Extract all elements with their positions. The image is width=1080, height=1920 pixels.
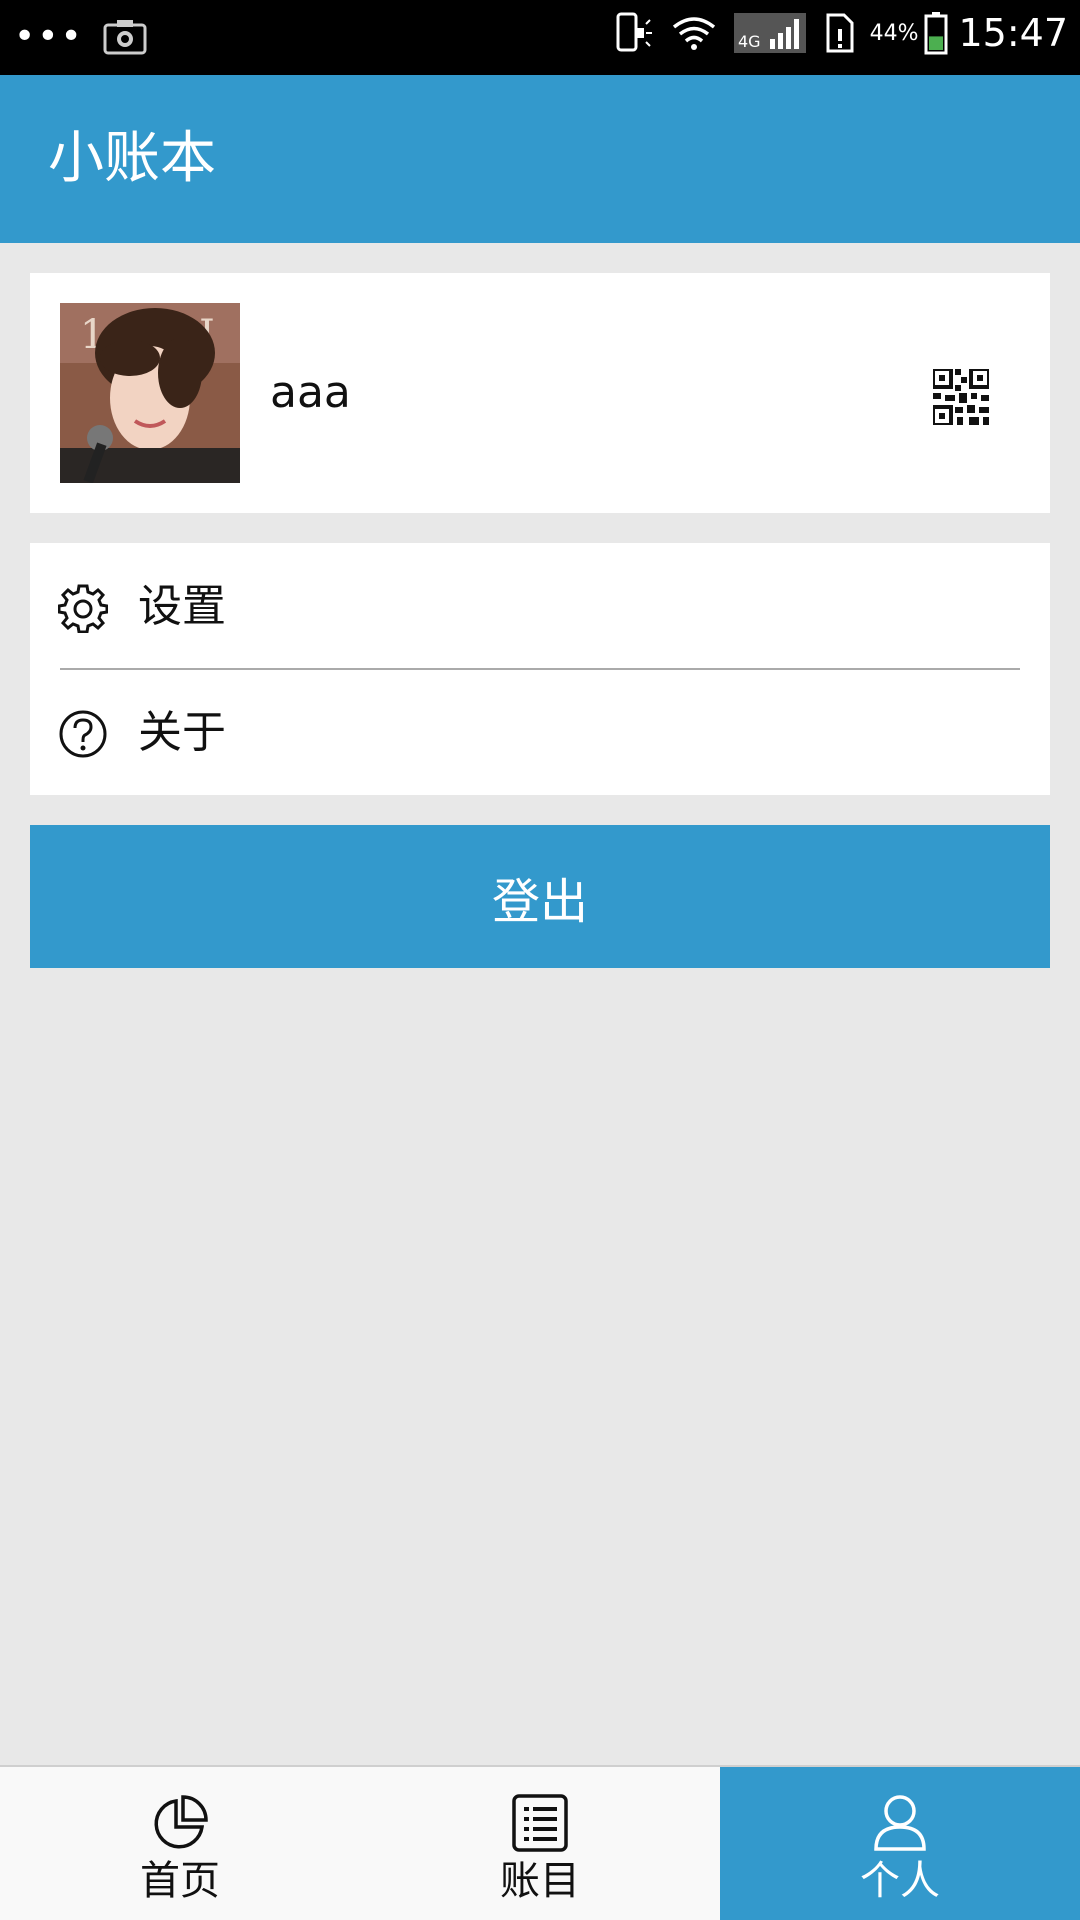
nav-label-personal: 个人	[860, 1858, 940, 1904]
signal-icon: 4G	[733, 11, 806, 55]
gear-icon	[57, 583, 109, 634]
nav-item-personal[interactable]: 个人	[720, 1767, 1080, 1920]
app-title: 小账本	[48, 126, 216, 191]
about-item[interactable]: 关于	[30, 669, 1050, 795]
bottom-nav: 首页 账目 个人	[0, 1765, 1080, 1920]
camera-icon	[102, 17, 148, 57]
notification-dots: •••	[14, 16, 84, 57]
battery-percent: 44%	[869, 20, 919, 46]
app-bar: 小账本	[0, 75, 1080, 243]
phone-vibrate-icon	[614, 10, 654, 56]
about-label: 关于	[138, 707, 226, 758]
list-icon	[510, 1793, 570, 1853]
status-time: 15:47	[958, 11, 1068, 55]
battery-icon	[924, 12, 948, 55]
username: aaa	[270, 367, 351, 418]
settings-item[interactable]: 设置	[30, 543, 1050, 669]
pie-chart-icon	[150, 1793, 210, 1853]
avatar[interactable]: 1 H	[60, 303, 240, 483]
network-type: 4G	[738, 32, 761, 51]
help-circle-icon	[58, 709, 108, 759]
qr-code-icon[interactable]	[931, 367, 991, 427]
settings-label: 设置	[138, 581, 226, 632]
logout-button[interactable]: 登出	[30, 825, 1050, 968]
profile-card[interactable]: 1 H aaa	[30, 273, 1050, 513]
nav-item-accounts[interactable]: 账目	[360, 1767, 720, 1920]
status-bar: ••• 4G 44% 15:47	[0, 0, 1080, 75]
nav-label-accounts: 账目	[500, 1858, 580, 1904]
nav-label-home: 首页	[140, 1858, 220, 1904]
nav-item-home[interactable]: 首页	[0, 1767, 360, 1920]
wifi-icon	[672, 15, 716, 51]
sim-alert-icon	[824, 11, 856, 55]
person-icon	[870, 1793, 930, 1853]
menu-card: 设置 关于	[30, 543, 1050, 795]
